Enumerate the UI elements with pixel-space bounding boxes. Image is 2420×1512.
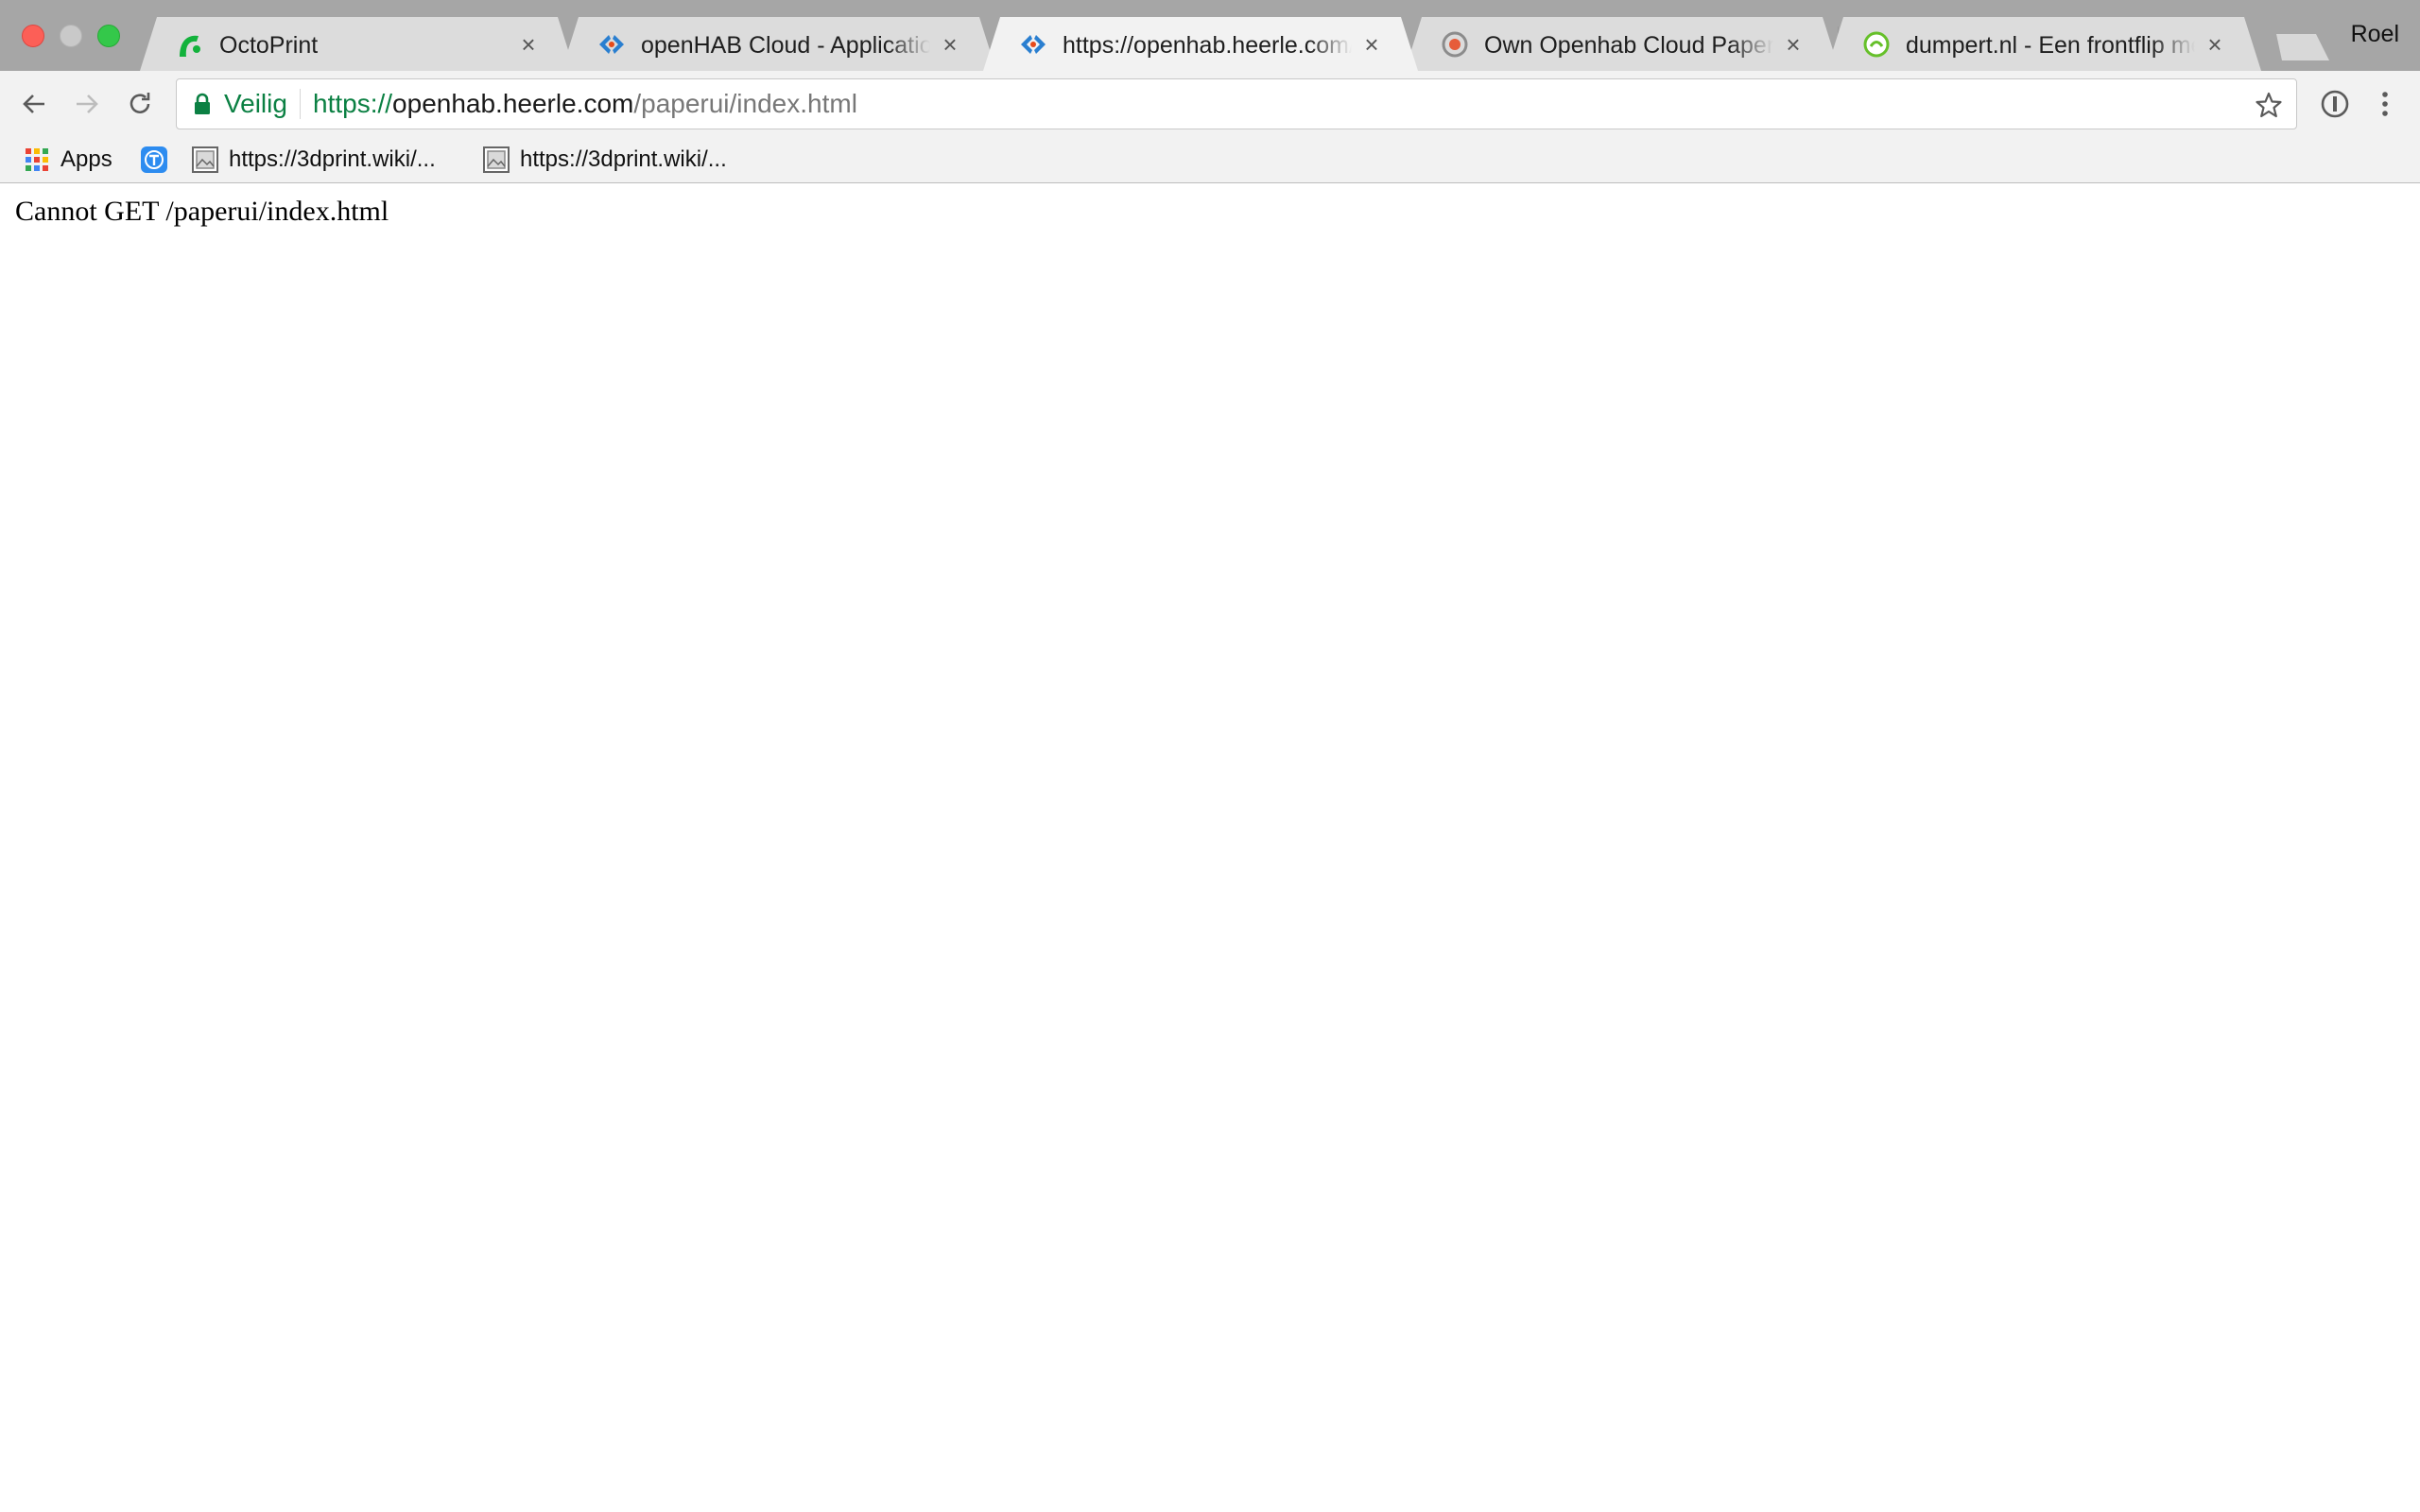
translate-icon bbox=[140, 146, 168, 174]
close-tab-icon[interactable]: × bbox=[938, 32, 962, 57]
url-scheme: https:// bbox=[313, 89, 393, 118]
error-message: Cannot GET /paperui/index.html bbox=[15, 196, 389, 227]
tab-openhab-cloud[interactable]: openHAB Cloud - Applications × bbox=[562, 17, 996, 71]
tab-title: https://openhab.heerle.com/paperui/index… bbox=[1063, 32, 1352, 59]
octoprint-icon bbox=[176, 30, 204, 59]
back-arrow-icon bbox=[23, 94, 44, 113]
bookmark-label: https://3dprint.wiki/... bbox=[520, 146, 727, 172]
lock-icon bbox=[195, 93, 210, 114]
close-tab-icon[interactable]: × bbox=[1359, 32, 1384, 57]
page-icon bbox=[482, 146, 510, 174]
forward-button[interactable] bbox=[68, 85, 106, 123]
url-text[interactable]: https://openhab.heerle.com/paperui/index… bbox=[313, 79, 857, 129]
bookmark-label: Apps bbox=[60, 146, 112, 172]
reload-icon bbox=[130, 93, 150, 113]
minimize-window-button[interactable] bbox=[60, 25, 82, 47]
reload-button[interactable] bbox=[121, 85, 159, 123]
url-host: openhab.heerle.com bbox=[392, 89, 634, 118]
tab-octoprint[interactable]: OctoPrint × bbox=[140, 17, 575, 71]
bookmarks-bar: Apps https://3dprint.wiki/... https://3d… bbox=[0, 137, 2420, 183]
close-tab-icon[interactable]: × bbox=[516, 32, 541, 57]
profile-name[interactable]: Roel bbox=[2351, 21, 2399, 48]
bookmark-label: https://3dprint.wiki/... bbox=[229, 146, 436, 172]
dumpert-icon bbox=[1862, 30, 1891, 59]
bookmark-translate[interactable] bbox=[140, 137, 178, 182]
apps-grid-icon bbox=[23, 146, 51, 174]
bookmark-apps[interactable]: Apps bbox=[23, 137, 112, 182]
password-manager-icon[interactable] bbox=[2318, 87, 2352, 121]
openhab-icon bbox=[597, 30, 626, 59]
page-content: Cannot GET /paperui/index.html bbox=[0, 184, 2420, 1512]
security-label[interactable]: Veilig bbox=[224, 79, 287, 129]
url-path: /paperui/index.html bbox=[633, 89, 857, 118]
back-button[interactable] bbox=[15, 85, 53, 123]
maximize-window-button[interactable] bbox=[97, 25, 120, 47]
tab-openhab-heerle[interactable]: https://openhab.heerle.com/paperui/index… bbox=[983, 17, 1418, 71]
tab-title: openHAB Cloud - Applications bbox=[641, 32, 930, 59]
close-window-button[interactable] bbox=[22, 25, 44, 47]
new-tab-button[interactable] bbox=[2269, 34, 2329, 60]
menu-kebab-icon[interactable] bbox=[2371, 87, 2399, 121]
tab-dumpert[interactable]: dumpert.nl - Een frontflip met × bbox=[1826, 17, 2261, 71]
page-icon bbox=[191, 146, 219, 174]
tab-strip: OctoPrint × openHAB Cloud - Applications… bbox=[0, 0, 2420, 71]
community-icon bbox=[1441, 30, 1469, 59]
tab-own-openhab-paperui[interactable]: Own Openhab Cloud PaperUI × bbox=[1405, 17, 1840, 71]
bookmark-star-icon[interactable] bbox=[2255, 91, 2283, 119]
tab-title: OctoPrint bbox=[219, 32, 319, 59]
bookmark-3dprint-wiki-1[interactable]: https://3dprint.wiki/... bbox=[191, 137, 436, 182]
browser-toolbar: Veilig https://openhab.heerle.com/paperu… bbox=[0, 71, 2420, 137]
close-tab-icon[interactable]: × bbox=[1781, 32, 1806, 57]
forward-arrow-icon bbox=[77, 94, 98, 113]
bookmark-3dprint-wiki-2[interactable]: https://3dprint.wiki/... bbox=[482, 137, 727, 182]
omnibox-divider bbox=[300, 89, 301, 119]
close-tab-icon[interactable]: × bbox=[2203, 32, 2227, 57]
address-bar[interactable]: Veilig https://openhab.heerle.com/paperu… bbox=[176, 78, 2297, 129]
tab-title: Own Openhab Cloud PaperUI bbox=[1484, 32, 1773, 59]
openhab-icon bbox=[1019, 30, 1047, 59]
tab-title: dumpert.nl - Een frontflip met bbox=[1906, 32, 2195, 59]
